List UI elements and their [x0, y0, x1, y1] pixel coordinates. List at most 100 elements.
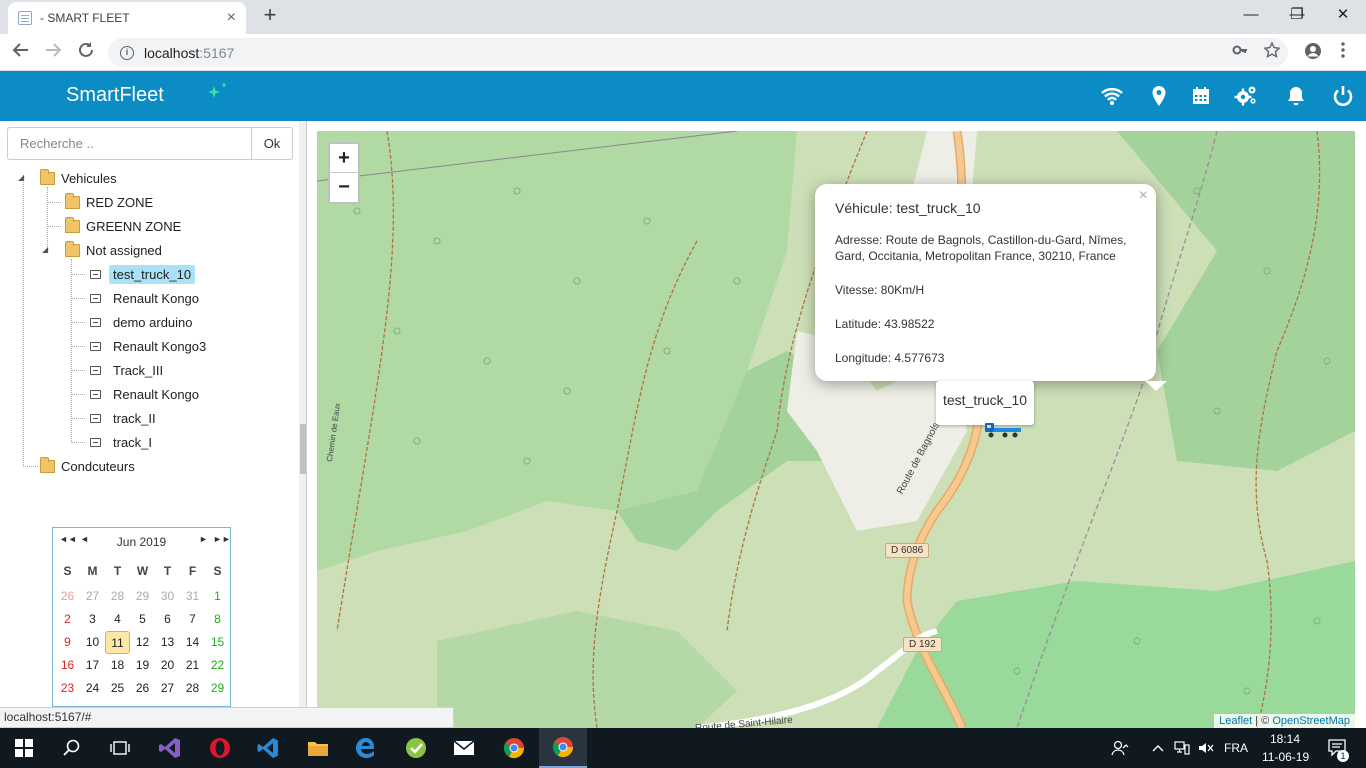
app-icon[interactable] — [392, 728, 440, 768]
clock-time[interactable]: 18:14 — [1270, 732, 1300, 746]
url-field[interactable]: i localhost :5167 — [108, 38, 1288, 67]
calendar-day[interactable]: 30 — [155, 585, 180, 608]
visual-studio-icon[interactable] — [146, 728, 194, 768]
task-view-icon[interactable] — [96, 728, 144, 768]
tree-vehicle-item[interactable]: Renault Kongo3 — [90, 336, 206, 356]
clock-date[interactable]: 11-06-19 — [1262, 750, 1309, 764]
tree-vehicle-item[interactable]: Track_III — [90, 360, 163, 380]
popup-close-icon[interactable]: × — [1139, 187, 1148, 205]
calendar-day[interactable]: 23 — [55, 677, 80, 700]
calendar-day[interactable]: 13 — [155, 631, 180, 654]
chrome-icon[interactable] — [490, 728, 538, 768]
calendar-day[interactable]: 15 — [205, 631, 230, 654]
tree-node-not-assigned[interactable]: Not assigned — [65, 240, 162, 260]
calendar-day[interactable]: 5 — [130, 608, 155, 631]
back-arrow-icon[interactable] — [8, 40, 34, 66]
calendar-day[interactable]: 10 — [80, 631, 105, 654]
calendar-day[interactable]: 4 — [105, 608, 130, 631]
calendar-day[interactable]: 20 — [155, 654, 180, 677]
next-year-icon[interactable]: ►► — [213, 534, 231, 544]
new-tab-button[interactable]: + — [258, 4, 282, 28]
chrome-active-icon[interactable] — [539, 728, 587, 768]
mail-icon[interactable] — [440, 728, 488, 768]
bell-icon[interactable] — [1284, 84, 1308, 108]
window-minimize-button[interactable]: — — [1228, 0, 1274, 30]
brand-logo[interactable]: SmartFleet — [66, 84, 164, 107]
gears-icon[interactable] — [1234, 84, 1258, 108]
key-icon[interactable] — [1232, 42, 1248, 63]
map-view[interactable]: + − D 6086 D 192 Route de Bagnols Route … — [317, 131, 1355, 728]
openstreetmap-link[interactable]: OpenStreetMap — [1272, 715, 1350, 727]
calendar-day[interactable]: 22 — [205, 654, 230, 677]
zoom-in-button[interactable]: + — [330, 144, 358, 173]
site-info-icon[interactable]: i — [120, 45, 134, 60]
opera-browser-icon[interactable] — [196, 728, 244, 768]
tree-vehicle-item[interactable]: Renault Kongo — [90, 288, 199, 308]
location-pin-icon[interactable] — [1147, 84, 1171, 108]
calendar-day[interactable]: 26 — [55, 585, 80, 608]
calendar-day-today[interactable]: 11 — [105, 631, 130, 654]
tree-node-red-zone[interactable]: RED ZONE — [65, 192, 153, 212]
tab-close-icon[interactable]: × — [227, 9, 236, 27]
tree-collapse-icon[interactable]: ◢ — [18, 173, 24, 182]
file-explorer-icon[interactable] — [294, 728, 342, 768]
sidebar-scroll-thumb[interactable] — [300, 424, 306, 474]
calendar-day[interactable]: 6 — [155, 608, 180, 631]
calendar-day[interactable]: 29 — [130, 585, 155, 608]
edge-browser-icon[interactable] — [342, 728, 390, 768]
truck-marker-icon[interactable] — [985, 421, 1022, 439]
power-icon[interactable] — [1331, 84, 1355, 108]
people-icon[interactable] — [1100, 728, 1140, 768]
volume-mute-icon[interactable] — [1194, 728, 1218, 768]
calendar-day[interactable]: 14 — [180, 631, 205, 654]
calendar-day[interactable]: 26 — [130, 677, 155, 700]
network-icon[interactable] — [1170, 728, 1194, 768]
language-indicator[interactable]: FRA — [1224, 741, 1248, 755]
vscode-icon[interactable] — [244, 728, 292, 768]
search-icon[interactable] — [48, 728, 96, 768]
calendar-day[interactable]: 28 — [105, 585, 130, 608]
calendar-day[interactable]: 24 — [80, 677, 105, 700]
calendar-day[interactable]: 1 — [205, 585, 230, 608]
calendar-day[interactable]: 16 — [55, 654, 80, 677]
next-month-icon[interactable]: ► — [199, 534, 208, 544]
windows-start-icon[interactable] — [0, 728, 48, 768]
calendar-day[interactable]: 2 — [55, 608, 80, 631]
calendar-day[interactable]: 31 — [180, 585, 205, 608]
tree-collapse-icon[interactable]: ◢ — [42, 245, 48, 254]
calendar-day[interactable]: 18 — [105, 654, 130, 677]
tree-vehicle-item[interactable]: demo arduino — [90, 312, 193, 332]
tree-vehicle-item[interactable]: test_truck_10 — [90, 264, 196, 284]
calendar-icon[interactable] — [1189, 84, 1213, 108]
tree-vehicle-item[interactable]: track_II — [90, 408, 156, 428]
calendar-day[interactable]: 12 — [130, 631, 155, 654]
tree-node-greenn-zone[interactable]: GREENN ZONE — [65, 216, 181, 236]
profile-avatar-icon[interactable] — [1304, 42, 1322, 65]
calendar-day[interactable]: 21 — [180, 654, 205, 677]
calendar-day[interactable]: 17 — [80, 654, 105, 677]
calendar-day[interactable]: 3 — [80, 608, 105, 631]
calendar-day[interactable]: 8 — [205, 608, 230, 631]
sidebar-scrollbar[interactable] — [299, 121, 306, 707]
calendar-day[interactable]: 28 — [180, 677, 205, 700]
forward-arrow-icon[interactable] — [40, 40, 66, 66]
marker-label[interactable]: test_truck_10 — [936, 381, 1034, 425]
window-restore-button[interactable]: ❐ — [1274, 0, 1320, 30]
tray-chevron-up-icon[interactable] — [1146, 728, 1170, 768]
tree-vehicle-item[interactable]: track_I — [90, 432, 152, 452]
tree-node-conducteurs[interactable]: Condcuteurs — [40, 456, 135, 476]
wifi-icon[interactable] — [1100, 84, 1124, 108]
browser-menu-icon[interactable] — [1340, 42, 1346, 63]
calendar-day[interactable]: 25 — [105, 677, 130, 700]
notification-center-icon[interactable] — [1318, 728, 1358, 768]
window-close-button[interactable]: ✕ — [1320, 0, 1366, 30]
bookmark-star-icon[interactable] — [1263, 41, 1281, 63]
leaflet-link[interactable]: Leaflet — [1219, 715, 1252, 727]
zoom-out-button[interactable]: − — [330, 173, 358, 202]
calendar-day[interactable]: 27 — [80, 585, 105, 608]
tree-vehicle-item[interactable]: Renault Kongo — [90, 384, 199, 404]
calendar-day[interactable]: 9 — [55, 631, 80, 654]
browser-tab[interactable]: - SMART FLEET × — [8, 2, 246, 34]
calendar-day[interactable]: 27 — [155, 677, 180, 700]
tree-node-vehicules[interactable]: Vehicules — [40, 168, 117, 188]
